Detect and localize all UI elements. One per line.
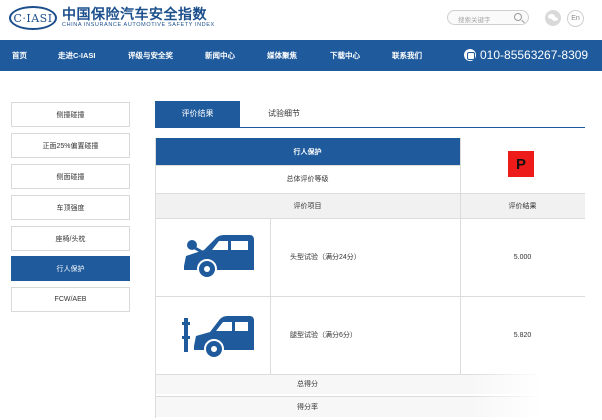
logo-text: C·IASI <box>13 11 53 25</box>
table-row-label: 腿型试验（满分6分） <box>290 332 357 339</box>
tab-underline <box>155 127 585 128</box>
language-switch-button[interactable]: En <box>567 10 584 27</box>
sidebar-item-roof-strength[interactable]: 车顶强度 <box>11 195 130 220</box>
nav-item-downloads[interactable]: 下载中心 <box>330 40 360 71</box>
total-score-label: 总得分 <box>297 381 318 388</box>
col-header-item: 评价项目 <box>293 202 322 210</box>
table-divider <box>155 193 585 194</box>
leg-impact-car-icon <box>182 316 254 359</box>
tab-test-details[interactable]: 试验细节 <box>240 101 328 127</box>
sidebar-item-side-crash[interactable]: 侧面碰撞 <box>11 164 130 189</box>
sidebar-item-fcw-aeb[interactable]: FCW/AEB <box>11 287 130 312</box>
nav-item-news[interactable]: 新闻中心 <box>205 40 235 71</box>
table-divider <box>155 296 585 297</box>
brand-title-cn: 中国保险汽车安全指数 <box>62 6 207 22</box>
table-row-value: 5.820 <box>513 331 532 339</box>
hotline-number: 010-85563267-8309 <box>480 48 589 62</box>
table-divider <box>270 218 271 374</box>
sidebar-item-small-overlap[interactable]: 正面25%偏置碰撞 <box>11 133 130 158</box>
table-row-value: 5.000 <box>513 253 532 261</box>
rating-badge: P <box>508 151 534 177</box>
overall-rating-label: 总体评价等级 <box>286 176 329 183</box>
tab-results[interactable]: 评价结果 <box>155 101 240 127</box>
search-box[interactable]: 搜索关键字 <box>447 10 529 25</box>
table-divider <box>155 138 156 418</box>
table-divider <box>155 165 460 166</box>
nav-item-about[interactable]: 走进C-IASI <box>58 40 96 71</box>
search-input[interactable]: 搜索关键字 <box>458 14 491 24</box>
site-logo[interactable]: C·IASI <box>9 6 57 30</box>
nav-item-contact[interactable]: 联系我们 <box>392 40 422 71</box>
section-title: 行人保护 <box>155 138 460 165</box>
site-header: C·IASI 中国保险汽车安全指数 CHINA INSURANCE AUTOMO… <box>0 0 602 40</box>
col-header-result: 评价结果 <box>508 202 537 210</box>
score-rate-label: 得分率 <box>297 404 318 411</box>
sidebar-item-pedestrian[interactable]: 行人保护 <box>11 256 130 281</box>
nav-item-media[interactable]: 媒体聚焦 <box>267 40 297 71</box>
table-row-label: 头型试验（满分24分） <box>290 254 361 261</box>
main-nav: 首页 走进C-IASI 评级与安全奖 新闻中心 媒体聚焦 下载中心 联系我们 0… <box>0 40 602 71</box>
search-icon[interactable] <box>514 13 522 21</box>
phone-icon <box>464 49 476 61</box>
table-divider <box>460 138 461 374</box>
fade-overlay <box>470 365 602 420</box>
wechat-icon[interactable] <box>545 10 561 26</box>
nav-item-home[interactable]: 首页 <box>12 40 27 71</box>
head-impact-car-icon <box>184 235 254 279</box>
table-divider <box>155 218 585 219</box>
brand-title-en: CHINA INSURANCE AUTOMOTIVE SAFETY INDEX <box>62 22 215 28</box>
nav-item-ratings[interactable]: 评级与安全奖 <box>128 40 173 71</box>
sidebar-item-side-impact[interactable]: 侧撞碰撞 <box>11 102 130 127</box>
sidebar-item-seat-headrest[interactable]: 座椅/头枕 <box>11 226 130 251</box>
